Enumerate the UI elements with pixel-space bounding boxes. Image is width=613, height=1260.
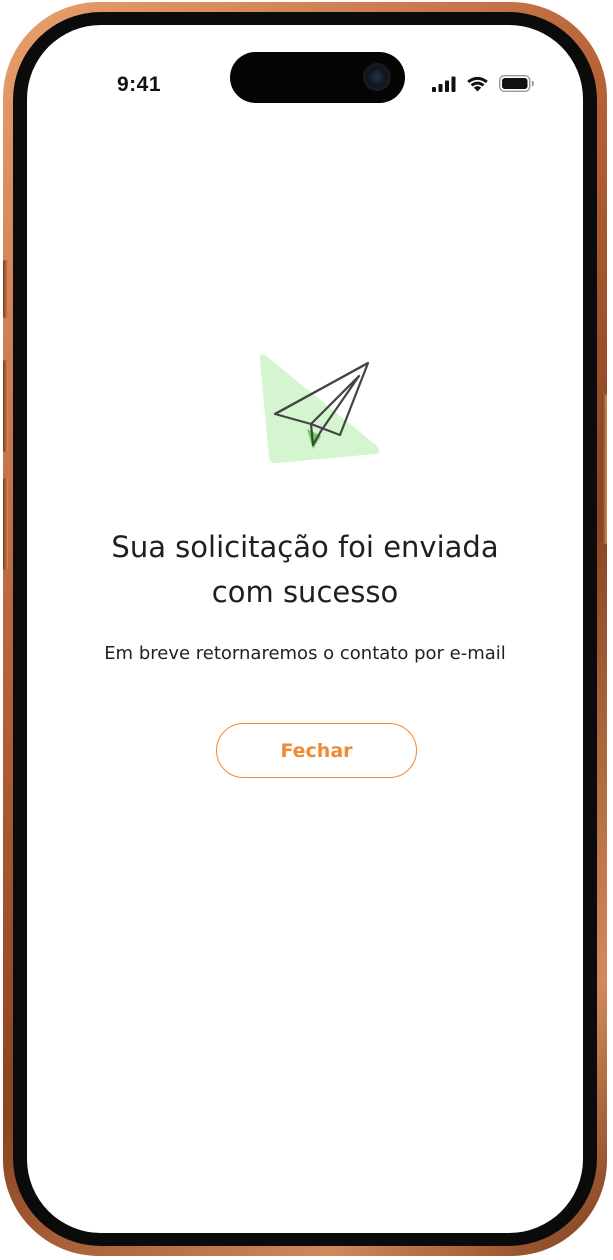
volume-down-side-button <box>3 478 8 570</box>
phone-frame: 9:41 Sua solicitação foi enviada com suc… <box>3 2 607 1256</box>
status-time: 9:41 <box>117 73 162 96</box>
success-title: Sua solicitação foi enviada com sucesso <box>27 525 583 615</box>
success-title-line1: Sua solicitação foi enviada <box>111 530 499 564</box>
wifi-icon <box>466 75 489 92</box>
front-camera <box>363 63 391 91</box>
phone-screen: 9:41 Sua solicitação foi enviada com suc… <box>27 25 583 1233</box>
battery-icon <box>498 74 535 93</box>
status-icons <box>432 74 535 93</box>
dynamic-island <box>230 52 405 103</box>
volume-up-side-button <box>3 360 8 452</box>
close-button[interactable]: Fechar <box>216 723 417 778</box>
status-bar: 9:41 <box>27 25 583 125</box>
action-side-button <box>3 260 8 318</box>
power-side-button <box>602 394 607 544</box>
success-title-line2: com sucesso <box>211 575 399 609</box>
paper-plane-icon <box>255 351 383 469</box>
success-subtitle: Em breve retornaremos o contato por e-ma… <box>104 643 506 664</box>
cellular-signal-icon <box>432 76 456 92</box>
phone-bezel: 9:41 Sua solicitação foi enviada com suc… <box>13 12 597 1246</box>
